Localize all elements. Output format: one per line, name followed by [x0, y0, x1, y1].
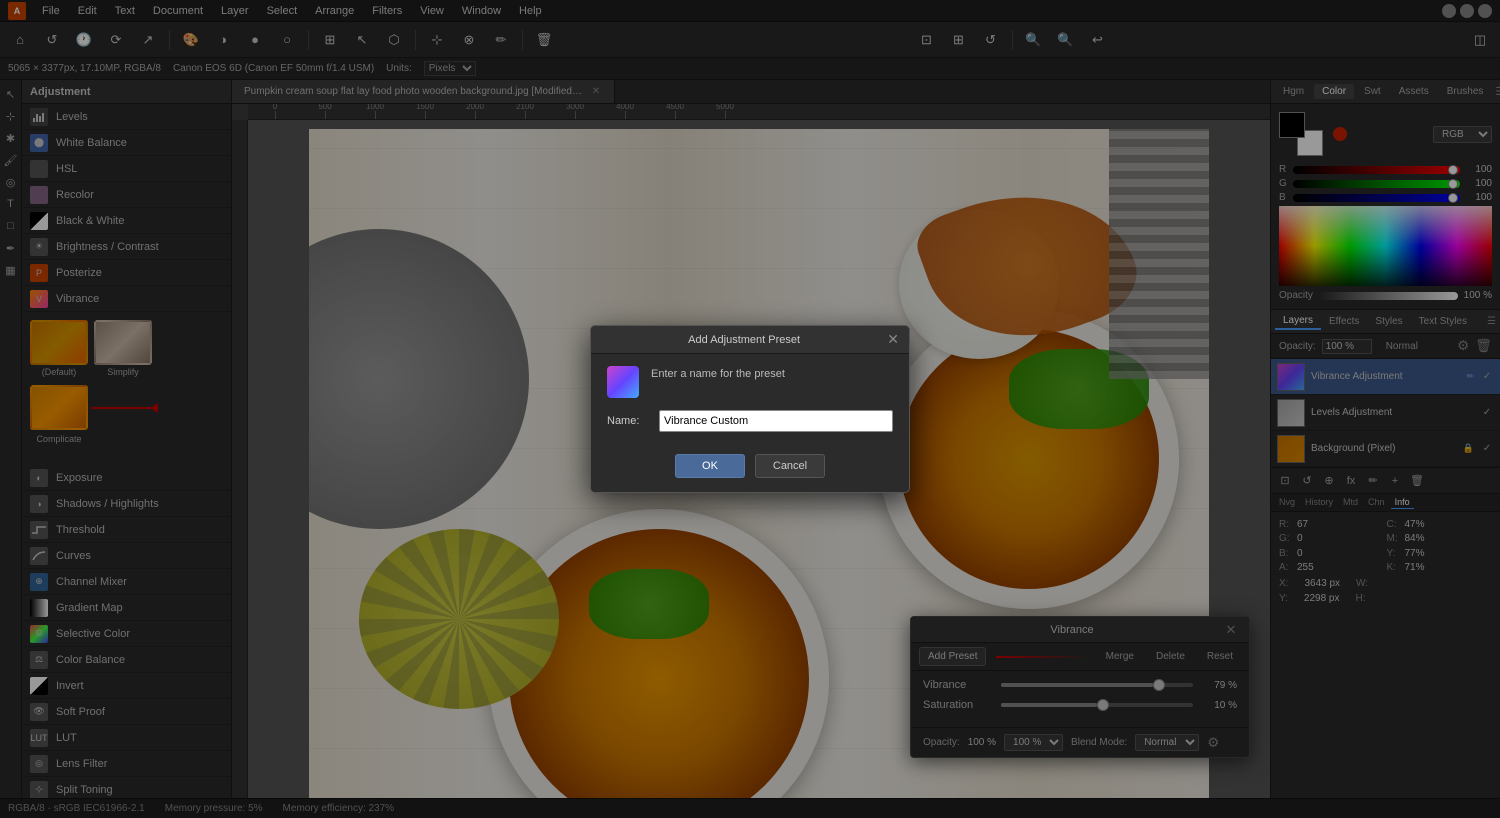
dialog-footer: OK Cancel [591, 444, 909, 492]
dialog-close-icon[interactable]: ✕ [887, 331, 899, 348]
dialog-header: Add Adjustment Preset ✕ [591, 326, 909, 354]
dialog-overlay[interactable]: Add Adjustment Preset ✕ Enter a name for… [0, 0, 1500, 818]
add-preset-dialog: Add Adjustment Preset ✕ Enter a name for… [590, 325, 910, 493]
dialog-name-input[interactable] [659, 410, 893, 432]
dialog-field-row: Name: [607, 410, 893, 432]
dialog-description: Enter a name for the preset [651, 366, 785, 383]
dialog-name-label: Name: [607, 415, 651, 427]
dialog-icon-row: Enter a name for the preset [607, 366, 893, 398]
dialog-title: Add Adjustment Preset [601, 334, 887, 346]
dialog-body: Enter a name for the preset Name: [591, 354, 909, 444]
dialog-cancel-button[interactable]: Cancel [755, 454, 825, 478]
dialog-ok-button[interactable]: OK [675, 454, 745, 478]
dialog-preset-icon [607, 366, 639, 398]
